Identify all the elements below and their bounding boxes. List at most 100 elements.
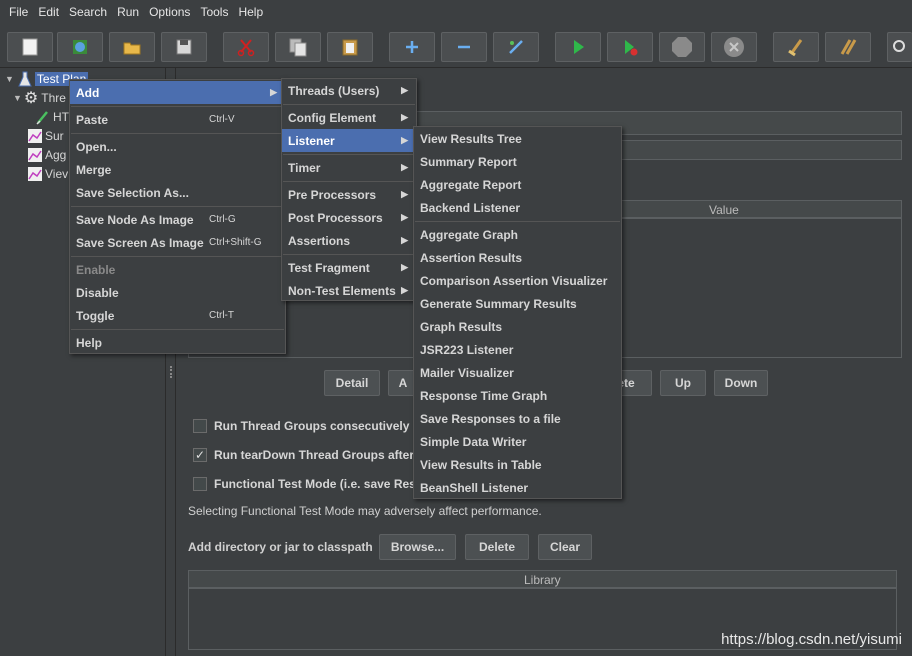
- listener-item-assertion-results[interactable]: Assertion Results: [414, 246, 621, 269]
- clear-all-icon: [840, 39, 857, 55]
- listener-item-mailer-visualizer[interactable]: Mailer Visualizer: [414, 361, 621, 384]
- menu-item-help[interactable]: Help: [70, 331, 285, 354]
- listener-item-comparison-assertion[interactable]: Comparison Assertion Visualizer: [414, 269, 621, 292]
- menu-item-label: Merge: [76, 162, 112, 177]
- menu-separator: [71, 206, 284, 207]
- tree-node-label: Sur: [45, 129, 64, 143]
- listener-item-jsr223[interactable]: JSR223 Listener: [414, 338, 621, 361]
- menu-file[interactable]: File: [4, 0, 33, 24]
- run-consecutively-checkbox[interactable]: [193, 419, 207, 433]
- menu-item-label: Save Node As Image: [76, 212, 194, 227]
- menu-item-add[interactable]: Add ▶: [70, 81, 285, 104]
- menu-separator: [71, 106, 284, 107]
- functional-mode-note: Selecting Functional Test Mode may adver…: [188, 504, 542, 518]
- paste-button[interactable]: [327, 32, 373, 62]
- classpath-delete-button[interactable]: Delete: [465, 534, 529, 560]
- templates-button[interactable]: [57, 32, 103, 62]
- expand-arrow-icon[interactable]: ▼: [5, 74, 14, 84]
- menu-edit[interactable]: Edit: [33, 0, 64, 24]
- submenu-item-timer[interactable]: Timer ▶: [282, 156, 416, 179]
- listener-item-save-responses[interactable]: Save Responses to a file: [414, 407, 621, 430]
- listener-item-view-results-table[interactable]: View Results in Table: [414, 453, 621, 476]
- listener-item-simple-data-writer[interactable]: Simple Data Writer: [414, 430, 621, 453]
- menu-item-merge[interactable]: Merge: [70, 158, 285, 181]
- submenu-arrow-icon: ▶: [401, 212, 408, 222]
- listener-item-graph-results[interactable]: Graph Results: [414, 315, 621, 338]
- clear-button[interactable]: [773, 32, 819, 62]
- menu-item-save-screen-image[interactable]: Save Screen As Image Ctrl+Shift-G: [70, 231, 285, 254]
- listener-item-aggregate-report[interactable]: Aggregate Report: [414, 173, 621, 196]
- save-icon: [176, 39, 192, 55]
- tree-node-aggregate[interactable]: Agg: [28, 146, 66, 164]
- menu-item-label: View Results Tree: [420, 131, 522, 146]
- menu-tools[interactable]: Tools: [195, 0, 233, 24]
- collapse-button[interactable]: [441, 32, 487, 62]
- menu-item-label: Save Responses to a file: [420, 411, 561, 426]
- menu-run[interactable]: Run: [112, 0, 144, 24]
- menu-item-label: Assertion Results: [420, 250, 523, 265]
- menu-search[interactable]: Search: [64, 0, 112, 24]
- submenu-item-assertions[interactable]: Assertions ▶: [282, 229, 416, 252]
- open-button[interactable]: [109, 32, 155, 62]
- menu-item-paste[interactable]: Paste Ctrl-V: [70, 108, 285, 131]
- up-button[interactable]: Up: [660, 370, 706, 396]
- shutdown-button[interactable]: [711, 32, 757, 62]
- tree-node-summary-report[interactable]: Sur: [28, 127, 64, 145]
- detail-button[interactable]: Detail: [324, 370, 380, 396]
- toggle-button[interactable]: [493, 32, 539, 62]
- menu-item-shortcut: Ctrl-V: [209, 114, 235, 125]
- menu-options[interactable]: Options: [144, 0, 195, 24]
- browse-button[interactable]: Browse...: [379, 534, 456, 560]
- expand-button[interactable]: [389, 32, 435, 62]
- menu-help[interactable]: Help: [233, 0, 268, 24]
- run-teardown-checkbox[interactable]: ✓: [193, 448, 207, 462]
- detail-button-label: Detail: [335, 376, 369, 390]
- search-button[interactable]: [887, 32, 912, 62]
- toolbar: [0, 24, 912, 68]
- menu-separator: [71, 133, 284, 134]
- menu-item-label: Aggregate Graph: [420, 227, 519, 242]
- listener-item-generate-summary[interactable]: Generate Summary Results: [414, 292, 621, 315]
- start-no-pauses-button[interactable]: [607, 32, 653, 62]
- listener-item-beanshell[interactable]: BeanShell Listener: [414, 476, 621, 499]
- expand-arrow-icon[interactable]: ▼: [13, 93, 22, 103]
- clear-all-button[interactable]: [825, 32, 871, 62]
- new-button[interactable]: [7, 32, 53, 62]
- submenu-item-config-element[interactable]: Config Element ▶: [282, 106, 416, 129]
- menu-item-disable[interactable]: Disable: [70, 281, 285, 304]
- cut-button[interactable]: [223, 32, 269, 62]
- tree-node-label: Thre: [41, 91, 66, 105]
- submenu-item-threads[interactable]: Threads (Users) ▶: [282, 79, 416, 102]
- classpath-clear-button[interactable]: Clear: [538, 534, 592, 560]
- listener-item-view-results-tree[interactable]: View Results Tree: [414, 127, 621, 150]
- menu-item-toggle[interactable]: Toggle Ctrl-T: [70, 304, 285, 327]
- menu-item-save-node-image[interactable]: Save Node As Image Ctrl-G: [70, 208, 285, 231]
- listener-item-backend-listener[interactable]: Backend Listener: [414, 196, 621, 219]
- menu-item-label: Mailer Visualizer: [420, 365, 514, 380]
- start-button[interactable]: [555, 32, 601, 62]
- tree-node-view-results[interactable]: Viev: [28, 165, 68, 183]
- listener-item-aggregate-graph[interactable]: Aggregate Graph: [414, 223, 621, 246]
- submenu-item-test-fragment[interactable]: Test Fragment ▶: [282, 256, 416, 279]
- save-button[interactable]: [161, 32, 207, 62]
- menu-separator: [71, 256, 284, 257]
- functional-mode-checkbox[interactable]: [193, 477, 207, 491]
- submenu-item-non-test-elements[interactable]: Non-Test Elements ▶: [282, 279, 416, 302]
- tree-node-http-request[interactable]: HT: [36, 108, 69, 126]
- copy-button[interactable]: [275, 32, 321, 62]
- submenu-item-post-processors[interactable]: Post Processors ▶: [282, 206, 416, 229]
- submenu-item-pre-processors[interactable]: Pre Processors ▶: [282, 183, 416, 206]
- menu-item-save-selection[interactable]: Save Selection As...: [70, 181, 285, 204]
- functional-mode-option[interactable]: Functional Test Mode (i.e. save Res: [193, 474, 416, 494]
- listener-item-response-time-graph[interactable]: Response Time Graph: [414, 384, 621, 407]
- down-button[interactable]: Down: [714, 370, 768, 396]
- listener-item-summary-report[interactable]: Summary Report: [414, 150, 621, 173]
- run-teardown-option[interactable]: ✓ Run tearDown Thread Groups after: [193, 445, 414, 465]
- menu-item-open[interactable]: Open...: [70, 135, 285, 158]
- submenu-item-listener[interactable]: Listener ▶: [282, 129, 416, 152]
- tree-node-thread-group[interactable]: ▼ ⚙ Thre: [13, 89, 66, 107]
- stop-button[interactable]: [659, 32, 705, 62]
- menu-item-label: Aggregate Report: [420, 177, 522, 192]
- run-consecutively-option[interactable]: Run Thread Groups consecutively (i: [193, 416, 420, 436]
- open-icon: [123, 42, 141, 55]
